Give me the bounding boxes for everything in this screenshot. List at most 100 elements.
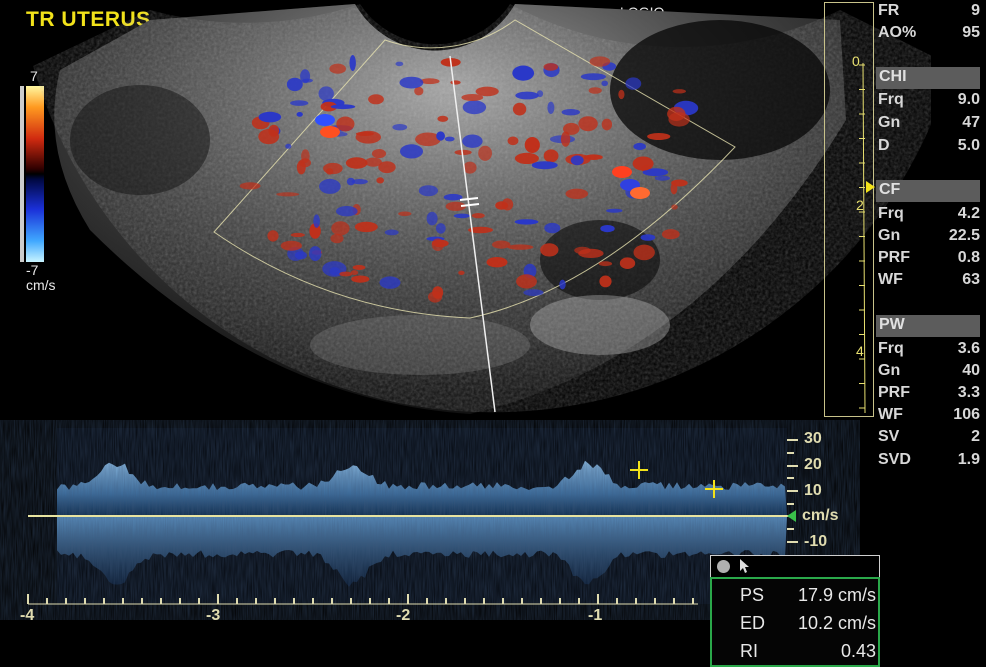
flow-blob [400,144,423,159]
flow-blob [395,61,404,67]
flow-blob [431,239,449,248]
time-tick-neg4: -4 [20,607,35,624]
flow-blob [345,157,368,169]
param-chi-d: D 5.0 [878,137,980,154]
flow-blob [524,137,540,153]
flow-blob [313,214,320,228]
velocity-tick-30: 30 [804,430,822,447]
velocity-tick-10: 10 [804,482,822,499]
flow-blob [315,114,335,126]
velocity-tick-20: 20 [804,456,822,473]
flow-blob [514,219,539,225]
param-cf-prf: PRF 0.8 [878,249,980,266]
depth-label-4: 4 [856,343,864,359]
flow-blob [543,149,559,163]
flow-blob [319,178,341,194]
flow-blob [600,225,615,233]
flow-blob [632,156,654,171]
flow-blob [384,229,399,236]
flow-blob [515,91,539,100]
flow-blob [516,274,537,289]
flow-blob [352,265,366,270]
flow-blob [471,213,485,219]
flow-blob [268,124,280,137]
flow-blob [462,100,487,115]
section-cf: CF [876,180,980,202]
flow-blob [267,230,279,242]
param-pw-frq: Frq 3.6 [878,340,980,357]
flow-blob [574,246,591,255]
flow-blob [379,276,401,289]
flow-blob [507,244,534,250]
flow-blob [570,155,584,166]
flow-blob [559,279,566,290]
flow-blob [239,182,261,190]
depth-label-0: 0 [852,53,860,69]
flow-blob [640,234,656,241]
flow-blob [339,271,353,277]
flow-blob [294,251,307,260]
measurement-header [710,555,880,579]
time-tick-neg2: -2 [396,607,411,624]
time-axis [27,594,698,605]
flow-blob [351,275,370,283]
flow-blob [671,204,678,210]
depth-scale-panel [824,2,874,417]
time-tick-neg1: -1 [588,607,603,624]
flow-blob [331,221,350,236]
flow-blob [612,166,632,178]
velocity-unit: cm/s [802,507,839,524]
flow-blob [601,118,613,131]
param-cf-frq: Frq 4.2 [878,205,980,222]
flow-blob [633,244,655,261]
flow-blob [364,157,382,167]
flow-blob [514,152,539,164]
section-pw: PW [876,315,980,337]
cursor-icon [737,558,751,574]
flow-blob [619,257,636,270]
flow-blob [453,213,470,219]
flow-blob [540,243,559,257]
section-chi: CHI [876,67,980,89]
flow-blob [606,208,623,213]
flow-blob [633,142,646,151]
flow-blob [443,193,463,201]
flow-blob [290,232,305,238]
flow-blob [501,198,514,211]
flow-blob [543,63,559,71]
flow-blob [435,223,446,234]
depth-label-2: 2 [856,197,864,213]
record-indicator-icon [717,560,730,573]
flow-blob [458,270,465,275]
flow-blob [398,211,412,217]
flow-blob [258,111,282,123]
flow-blob [588,87,602,94]
flow-blob [336,206,358,217]
flow-blob [618,89,625,100]
param-cf-gn: Gn 22.5 [878,227,980,244]
flow-blob [601,80,608,87]
param-chi-gn: Gn 47 [878,114,980,131]
flow-blob [330,104,356,110]
flow-blob [547,101,555,115]
flow-blob [436,131,445,141]
flow-blob [285,143,292,149]
flow-blob [523,289,544,296]
flow-blob [302,78,313,83]
flow-blob [598,261,613,267]
flow-blob [668,112,690,127]
param-ao: AO% 95 [878,24,980,41]
measurement-results-panel: PS 17.9 cm/s ED 10.2 cm/s RI 0.43 [710,555,880,667]
flow-blob [276,192,300,197]
flow-blob [309,246,322,262]
flow-blob [561,109,580,116]
flow-blob [368,94,384,105]
flow-blob [486,257,508,268]
flow-blob [280,240,302,251]
flow-blob [450,80,461,85]
flow-blob [346,177,355,186]
flow-blob [507,136,519,146]
flow-blob [531,161,558,170]
flow-blob [286,77,303,92]
flow-blob [290,100,309,106]
